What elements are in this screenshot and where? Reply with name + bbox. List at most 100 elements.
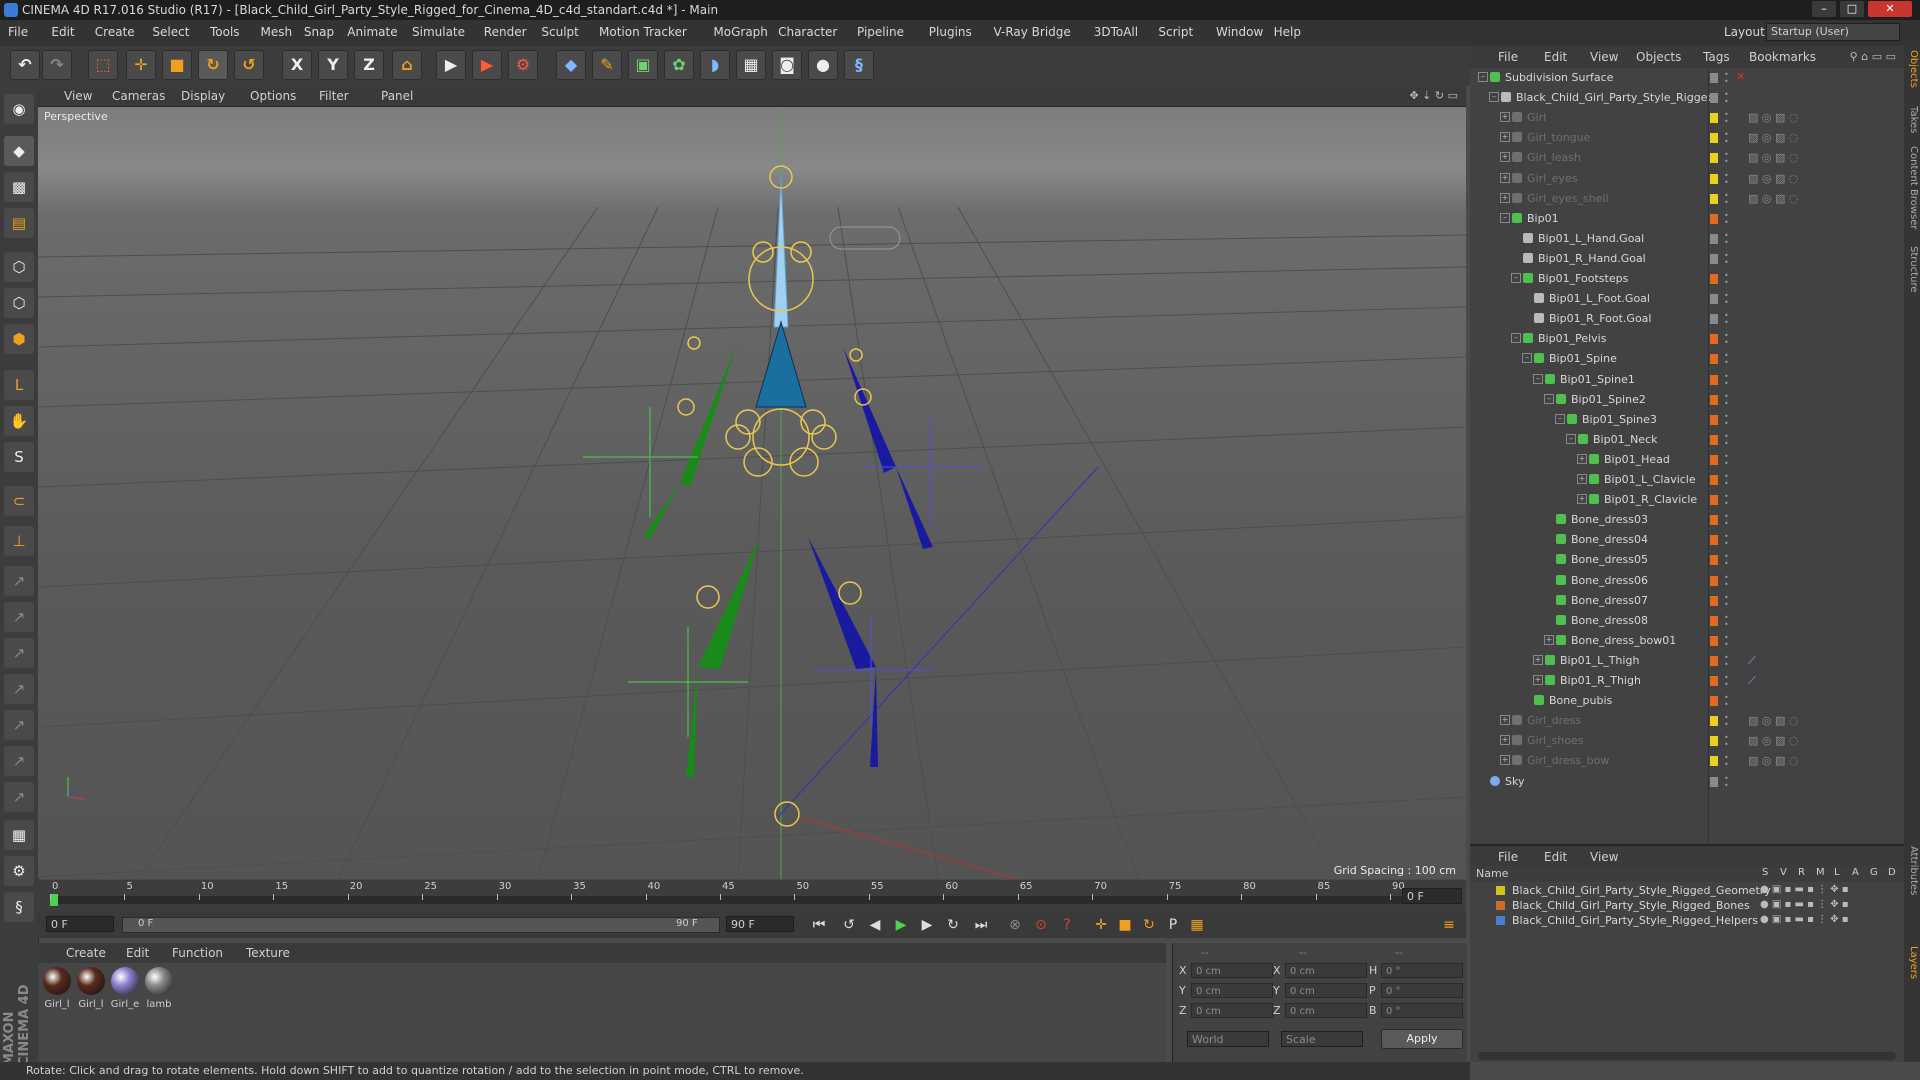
object-name[interactable]: Bip01_Footsteps <box>1538 272 1628 285</box>
sculpt-tool-button[interactable]: ↗ <box>4 782 34 812</box>
object-row[interactable]: – Bip01 • • <box>1470 209 1904 229</box>
layer-color-tag[interactable] <box>1710 696 1718 707</box>
visibility-dots-icon[interactable]: • • <box>1724 754 1729 769</box>
viewport-menu-options[interactable]: Options <box>250 89 296 103</box>
visibility-dots-icon[interactable]: • • <box>1724 312 1729 327</box>
layer-color-tag[interactable] <box>1710 555 1718 566</box>
layer-color-tag[interactable] <box>1710 595 1718 606</box>
object-row[interactable]: – Black_Child_Girl_Party_Style_Rigged • • <box>1470 88 1904 108</box>
layer-row[interactable]: Black_Child_Girl_Party_Style_Rigged_Geom… <box>1470 884 1904 898</box>
visibility-dots-icon[interactable]: • • <box>1724 473 1729 488</box>
deformer-button[interactable]: ◗ <box>700 50 730 80</box>
menu-snap[interactable]: Snap <box>304 25 334 39</box>
move-tool-button[interactable]: ✛ <box>126 50 156 80</box>
visibility-dots-icon[interactable]: • • <box>1724 633 1729 648</box>
layer-name[interactable]: Black_Child_Girl_Party_Style_Rigged_Help… <box>1512 914 1758 927</box>
floor-grid-button[interactable]: ▦ <box>4 820 34 850</box>
object-name[interactable]: Black_Child_Girl_Party_Style_Rigged <box>1516 91 1714 104</box>
layer-color-tag[interactable] <box>1710 173 1718 184</box>
workplane-mode-button[interactable]: ▤ <box>4 208 34 238</box>
layer-color-tag[interactable] <box>1710 374 1718 385</box>
menu-sculpt[interactable]: Sculpt <box>541 25 578 39</box>
prev-key-button[interactable]: ↺ <box>838 915 860 935</box>
object-row[interactable]: – Subdivision Surface • • <box>1470 68 1904 88</box>
layer-color-tag[interactable] <box>1710 414 1718 425</box>
object-row[interactable]: + Bip01_L_Thigh • • ⟋ <box>1470 651 1904 671</box>
autokey-button[interactable]: ⊙ <box>1030 915 1052 935</box>
cube-object-button[interactable]: ◆ <box>556 50 586 80</box>
visibility-dots-icon[interactable]: • • <box>1724 272 1729 287</box>
visibility-dots-icon[interactable]: • • <box>1724 432 1729 447</box>
object-name[interactable]: Bone_dress_bow01 <box>1571 634 1676 647</box>
object-name[interactable]: Bone_dress08 <box>1571 614 1648 627</box>
end-frame-field[interactable]: 90 F <box>726 916 794 932</box>
expand-icon[interactable]: + <box>1577 494 1587 505</box>
expand-icon[interactable]: + <box>1577 453 1587 464</box>
layer-color-tag[interactable] <box>1710 655 1718 666</box>
key-parameter-button[interactable]: P <box>1162 915 1184 935</box>
make-editable-button[interactable]: ◉ <box>4 94 34 124</box>
visibility-dots-icon[interactable]: • • <box>1724 151 1729 166</box>
material-menu-edit[interactable]: Edit <box>126 946 149 960</box>
layer-color-tag[interactable] <box>1710 676 1718 686</box>
python-button[interactable]: § <box>844 50 874 80</box>
material-menu-texture[interactable]: Texture <box>246 946 290 960</box>
camera-object-button[interactable]: ◙ <box>772 50 802 80</box>
menu-edit[interactable]: Edit <box>51 25 74 39</box>
object-name[interactable]: Bone_dress05 <box>1571 553 1648 566</box>
collapse-icon[interactable]: – <box>1489 92 1499 103</box>
layer-color-swatch[interactable] <box>1496 916 1505 925</box>
object-menu-edit[interactable]: Edit <box>1544 50 1567 64</box>
close-button[interactable]: ✕ <box>1868 1 1912 17</box>
expand-icon[interactable]: + <box>1500 715 1510 726</box>
polygons-mode-button[interactable]: ⬢ <box>4 324 34 354</box>
viewport-menu-cameras[interactable]: Cameras <box>112 89 165 103</box>
side-tab-layers[interactable]: Layers <box>1905 946 1919 979</box>
object-name[interactable]: Bip01_Spine <box>1549 352 1617 365</box>
coord-value-field[interactable]: 0 cm <box>1285 1003 1367 1018</box>
side-tab-attributes[interactable]: Attributes <box>1905 846 1919 895</box>
layer-color-tag[interactable] <box>1710 756 1718 767</box>
key-rotation-button[interactable]: ↻ <box>1138 915 1160 935</box>
layer-scrollbar[interactable] <box>1478 1052 1896 1060</box>
object-row[interactable]: Bone_dress05 • • <box>1470 550 1904 570</box>
object-name[interactable]: Bip01_L_Clavicle <box>1604 473 1696 486</box>
apply-button[interactable]: Apply <box>1381 1029 1463 1049</box>
visibility-dots-icon[interactable]: • • <box>1724 452 1729 467</box>
object-row[interactable]: Sky • • <box>1470 772 1904 792</box>
z-axis-lock-button[interactable]: Z <box>354 50 384 80</box>
object-tags-icon[interactable]: ▨ ◎ ▨ ◌ <box>1748 172 1798 185</box>
object-tags-icon[interactable]: ▨ ◎ ▨ ◌ <box>1748 734 1798 747</box>
live-selection-button[interactable]: ⬚ <box>88 50 118 80</box>
expand-icon[interactable]: + <box>1500 755 1510 766</box>
pen-spline-button[interactable]: ✎ <box>592 50 622 80</box>
object-tags-icon[interactable]: ▨ ◎ ▨ ◌ <box>1748 754 1798 767</box>
layer-color-tag[interactable] <box>1710 394 1718 405</box>
coord-value-field[interactable]: 0 cm <box>1191 983 1273 998</box>
layer-color-tag[interactable] <box>1710 153 1718 164</box>
bind-tool-button[interactable]: ↗ <box>4 674 34 704</box>
expand-icon[interactable]: + <box>1500 192 1510 203</box>
object-row[interactable]: Bone_dress03 • • <box>1470 510 1904 530</box>
object-manager-search-icon[interactable]: ⚲ ⌂ ▭ ▭ <box>1850 50 1896 63</box>
visibility-dots-icon[interactable]: • • <box>1724 674 1729 689</box>
ik-tag-icon[interactable]: ⟋ <box>1748 654 1756 668</box>
layer-color-tag[interactable] <box>1710 354 1718 365</box>
object-row[interactable]: – Bip01_Spine2 • • <box>1470 390 1904 410</box>
visibility-dots-icon[interactable]: • • <box>1724 211 1729 226</box>
object-tags-icon[interactable]: ▨ ◎ ▨ ◌ <box>1748 131 1798 144</box>
coord-value-field[interactable]: 0 ° <box>1381 963 1463 978</box>
layer-toggle-icons[interactable]: ● ▣ ▪ ▬ ▪ ⋮ ✥ ▪ <box>1760 899 1849 910</box>
object-menu-view[interactable]: View <box>1590 50 1618 64</box>
object-name[interactable]: Bip01_Neck <box>1593 433 1658 446</box>
play-button[interactable]: ▶ <box>890 915 912 935</box>
object-row[interactable]: – Bip01_Spine1 • • <box>1470 370 1904 390</box>
collapse-icon[interactable]: – <box>1522 353 1532 364</box>
layer-color-tag[interactable] <box>1710 233 1718 244</box>
object-row[interactable]: + Bip01_Head • • <box>1470 450 1904 470</box>
object-name[interactable]: Bip01_L_Thigh <box>1560 654 1639 667</box>
layer-color-tag[interactable] <box>1710 575 1718 586</box>
object-row[interactable]: Bip01_L_Hand.Goal • • <box>1470 229 1904 249</box>
object-menu-bookmarks[interactable]: Bookmarks <box>1749 50 1816 64</box>
prev-frame-button[interactable]: ◀ <box>864 915 886 935</box>
